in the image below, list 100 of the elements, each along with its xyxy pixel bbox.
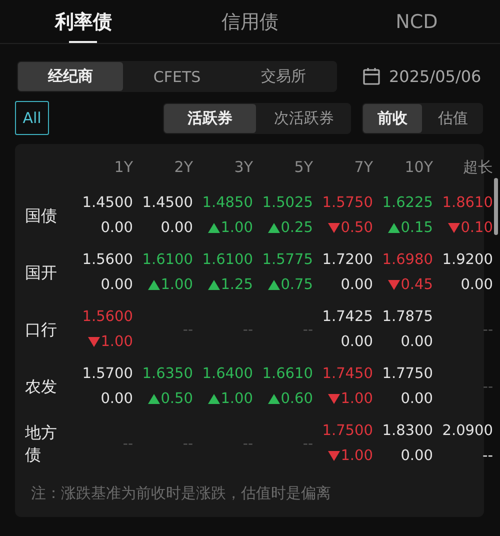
change-value: 0.00: [400, 446, 433, 466]
all-filter-button[interactable]: All: [15, 101, 49, 135]
rate-value: 1.6610: [262, 364, 313, 384]
empty-value: --: [302, 322, 313, 338]
rate-value: 2.0900: [442, 422, 493, 440]
up-triangle-icon: [208, 394, 220, 404]
rate-value: 1.7500: [322, 422, 373, 440]
change-value: 0.60: [280, 390, 313, 408]
source-tab[interactable]: 经纪商: [18, 62, 123, 91]
rate-value: 1.6100: [142, 250, 193, 270]
column-header: 3Y: [233, 157, 253, 178]
change-value: 0.50: [340, 218, 373, 238]
rate-value: 1.5025: [262, 194, 313, 212]
change-value: 1.00: [340, 446, 373, 466]
bond-type-tab[interactable]: 次活跃券: [258, 104, 350, 132]
rate-value: 1.7425: [322, 308, 373, 326]
empty-value: --: [482, 378, 493, 394]
change-value: 0.00: [400, 390, 433, 408]
row-label: 国债: [25, 204, 58, 226]
column-header: 1Y: [113, 157, 133, 178]
footnote: 注：涨跌基准为前收时是涨跌，估值时是偏离: [30, 483, 332, 504]
rate-value: 1.6400: [202, 364, 253, 384]
rate-value: 1.4500: [142, 194, 193, 212]
change-value: 0.00: [100, 390, 133, 408]
change-value: 0.45: [400, 276, 433, 294]
category-tab[interactable]: NCD: [333, 0, 500, 43]
column-header: 超长: [462, 157, 493, 178]
rate-value: 1.4850: [202, 194, 253, 212]
up-triangle-icon: [148, 280, 160, 290]
category-tab[interactable]: 利率债: [0, 0, 167, 43]
empty-value: --: [242, 436, 253, 452]
rate-value: 1.7450: [322, 364, 373, 384]
change-value: 0.00: [340, 332, 373, 352]
change-value: 1.00: [220, 390, 253, 408]
change-value: 0.00: [160, 218, 193, 238]
down-triangle-icon: [328, 223, 340, 233]
change-value: 0.75: [280, 276, 313, 294]
up-triangle-icon: [208, 223, 220, 233]
rate-value: 1.7750: [382, 364, 433, 384]
rate-value: 1.5600: [82, 250, 133, 270]
empty-value: --: [242, 322, 253, 338]
change-value: 0.00: [460, 276, 493, 294]
change-value: 1.25: [220, 276, 253, 294]
row-label: 农发: [25, 376, 58, 398]
change-value: 0.50: [160, 390, 193, 408]
rate-value: 1.6100: [202, 250, 253, 270]
calendar-icon[interactable]: [363, 68, 380, 85]
scrollbar[interactable]: [494, 178, 498, 235]
column-header: 7Y: [353, 157, 373, 178]
basis-tab[interactable]: 前收: [363, 104, 422, 132]
change-value: 1.00: [340, 390, 373, 408]
category-tab[interactable]: 信用债: [166, 0, 334, 43]
rate-value: 1.6350: [142, 364, 193, 384]
rate-value: 1.6225: [382, 194, 433, 212]
down-triangle-icon: [88, 337, 100, 347]
rate-value: 1.7875: [382, 308, 433, 326]
row-label: 口行: [25, 318, 58, 340]
change-value: 0.00: [100, 218, 133, 238]
rate-value: 1.5750: [322, 194, 373, 212]
down-triangle-icon: [448, 223, 460, 233]
date-picker[interactable]: 2025/05/06: [389, 67, 482, 86]
change-value: 0.00: [400, 332, 433, 352]
up-triangle-icon: [268, 394, 280, 404]
change-value: 0.00: [100, 276, 133, 294]
change-value: 1.00: [220, 218, 253, 238]
rate-value: 1.5775: [262, 250, 313, 270]
change-value: 0.10: [460, 218, 493, 238]
up-triangle-icon: [268, 223, 280, 233]
down-triangle-icon: [328, 451, 340, 461]
change-value: 1.00: [160, 276, 193, 294]
empty-value: --: [302, 436, 313, 452]
rate-value: 1.6980: [382, 250, 433, 270]
empty-value: --: [122, 436, 133, 452]
change-value: 0.15: [400, 218, 433, 238]
rate-value: 1.7200: [322, 250, 373, 270]
empty-value: --: [182, 436, 193, 452]
empty-value: --: [182, 322, 193, 338]
row-label: 国开: [25, 262, 58, 284]
up-triangle-icon: [148, 394, 160, 404]
up-triangle-icon: [388, 223, 400, 233]
rate-value: 1.8300: [382, 422, 433, 440]
empty-value: --: [482, 322, 493, 338]
up-triangle-icon: [268, 280, 280, 290]
rate-value: 1.8610: [442, 194, 493, 212]
rate-value: 1.5600: [82, 308, 133, 326]
change-value: --: [482, 446, 493, 466]
change-value: 0.00: [340, 276, 373, 294]
bond-type-tab[interactable]: 活跃券: [164, 104, 256, 132]
row-label: 地方债: [25, 422, 58, 466]
source-tab[interactable]: CFETS: [124, 62, 230, 91]
rate-value: 1.9200: [442, 250, 493, 270]
up-triangle-icon: [208, 280, 220, 290]
down-triangle-icon: [328, 394, 340, 404]
column-header: 5Y: [293, 157, 313, 178]
change-value: 1.00: [100, 332, 133, 352]
basis-tab[interactable]: 估值: [424, 104, 482, 132]
source-tab[interactable]: 交易所: [231, 62, 336, 91]
down-triangle-icon: [388, 280, 400, 290]
change-value: 0.25: [280, 218, 313, 238]
column-header: 10Y: [404, 157, 433, 178]
